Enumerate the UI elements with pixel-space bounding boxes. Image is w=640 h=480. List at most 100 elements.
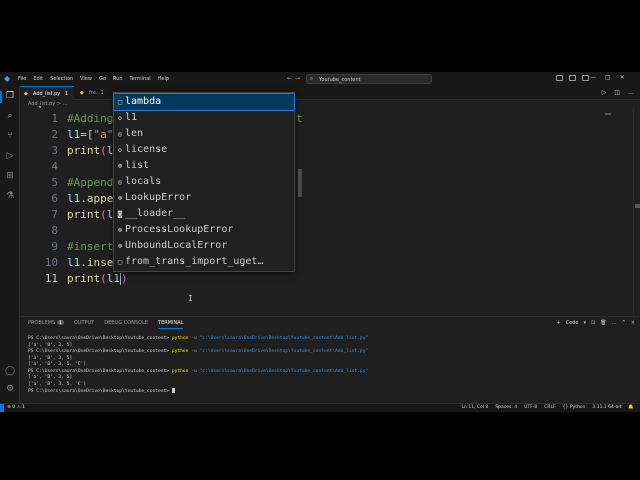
chevron-down-icon[interactable]: ▾ bbox=[584, 320, 587, 326]
panel-actions: + Code ▾ ⊡ 🗑 … ^ × bbox=[557, 320, 636, 326]
comment-token: #insert bbox=[67, 240, 114, 253]
suggestion-item[interactable]: ◎ locals bbox=[114, 174, 294, 190]
explorer-icon[interactable]: ❐ bbox=[5, 91, 15, 101]
menu-help[interactable]: Help bbox=[158, 76, 169, 82]
menu-run[interactable]: Run bbox=[113, 76, 123, 82]
menu-edit[interactable]: Edit bbox=[33, 76, 43, 82]
suggestion-item[interactable]: ⊛ list bbox=[114, 158, 294, 174]
line-ending[interactable]: CRLF bbox=[544, 405, 555, 410]
run-file-icon[interactable]: ▷ bbox=[602, 89, 607, 96]
python-file-icon: ◆ bbox=[80, 90, 84, 96]
terminal-argument: "c:\Users\saura\OneDrive\Desktop\Youtube… bbox=[199, 368, 369, 374]
notifications-bell-icon[interactable]: 🔔 bbox=[628, 405, 634, 410]
suggestion-item[interactable]: ◎ len bbox=[114, 126, 294, 142]
variable-icon: ◇ bbox=[117, 146, 123, 154]
more-icon[interactable]: … bbox=[612, 320, 617, 326]
tab-label: PROBLEMS bbox=[28, 320, 56, 326]
string-token: "a" bbox=[93, 128, 114, 141]
punctuation-token: =[ bbox=[80, 128, 94, 141]
function-token: print bbox=[67, 272, 101, 285]
suggestion-item[interactable]: ◇ license bbox=[114, 142, 294, 158]
remote-indicator[interactable] bbox=[0, 404, 4, 412]
problems-status[interactable]: ⊗ 0 ⚠ 1 bbox=[7, 405, 25, 410]
tab-add-list[interactable]: ◆ Add_list.py 1 × bbox=[20, 86, 74, 111]
search-view-icon[interactable]: ⌕ bbox=[5, 111, 15, 121]
manage-gear-icon[interactable]: ⚙ bbox=[5, 384, 15, 394]
toggle-secondary-sidebar-icon[interactable] bbox=[582, 75, 589, 81]
indentation[interactable]: Spaces: 4 bbox=[495, 405, 517, 410]
tab-second-file[interactable]: ◆ fre...1 bbox=[76, 86, 116, 100]
tab-debug-console[interactable]: DEBUG CONSOLE bbox=[104, 320, 148, 329]
menu-terminal[interactable]: Terminal bbox=[130, 76, 151, 82]
suggest-scrollbar[interactable] bbox=[298, 169, 302, 197]
suggestion-item[interactable]: ◇ l1 bbox=[114, 110, 294, 126]
suggestion-item[interactable]: ⊛ ProcessLookupError bbox=[114, 222, 294, 238]
problems-badge: 1 bbox=[57, 320, 64, 325]
suggestion-label: l1 bbox=[125, 112, 138, 123]
line-number: 5 bbox=[51, 176, 58, 189]
code-line: 1 #Adding bbox=[20, 111, 620, 127]
toggle-panel-icon[interactable] bbox=[569, 75, 576, 81]
menu-go[interactable]: Go bbox=[99, 76, 106, 82]
status-bar: ⊗ 0 ⚠ 1 Ln 11, Col 8 Spaces: 4 UTF-8 CRL… bbox=[0, 403, 640, 412]
tab-terminal[interactable]: TERMINAL bbox=[158, 320, 184, 329]
class-icon: ⊛ bbox=[117, 226, 123, 234]
menu-view[interactable]: View bbox=[80, 76, 92, 82]
terminal-argument: "c:\Users\saura\OneDrive\Desktop\Youtube… bbox=[199, 336, 369, 341]
suggestion-item[interactable]: ⊛ LookupError bbox=[114, 190, 294, 206]
tab-output[interactable]: OUTPUT bbox=[74, 320, 94, 329]
tab-problems[interactable]: PROBLEMS 1 bbox=[28, 320, 64, 329]
new-terminal-icon[interactable]: + bbox=[557, 320, 561, 326]
suggestion-item[interactable]: □ from_trans_import_uget… bbox=[114, 254, 294, 270]
line-number: 9 bbox=[51, 240, 58, 253]
line-number: 11 bbox=[44, 272, 58, 285]
menu-file[interactable]: File bbox=[18, 76, 26, 82]
line-number: 2 bbox=[51, 128, 58, 141]
account-icon[interactable]: ◯ bbox=[5, 366, 15, 376]
language-mode[interactable]: {} Python bbox=[563, 405, 586, 410]
terminal-output[interactable]: PS C:\Users\saura\OneDrive\Desktop\Youtu… bbox=[28, 336, 628, 396]
video-letterbox-bottom bbox=[0, 424, 640, 480]
close-panel-icon[interactable]: × bbox=[631, 320, 635, 326]
python-interpreter[interactable]: 3.11.1 64-bit bbox=[592, 405, 621, 410]
encoding[interactable]: UTF-8 bbox=[524, 405, 537, 410]
window-controls: — □ ✕ bbox=[590, 74, 625, 81]
breadcrumb[interactable]: Add_list.py > ... bbox=[28, 101, 67, 107]
split-terminal-icon[interactable]: ⊡ bbox=[591, 320, 595, 326]
extensions-icon[interactable]: ⊞ bbox=[5, 171, 15, 181]
suggestion-item[interactable]: □ lambda bbox=[113, 93, 295, 111]
toggle-sidebar-icon[interactable] bbox=[556, 75, 563, 81]
line-number: 10 bbox=[44, 256, 58, 269]
menu-selection[interactable]: Selection bbox=[50, 76, 73, 82]
terminal-profile-label[interactable]: Code bbox=[566, 320, 579, 326]
maximize-panel-icon[interactable]: ^ bbox=[622, 320, 626, 326]
minimize-icon[interactable]: — bbox=[590, 74, 596, 81]
variable-token: l1 bbox=[67, 256, 81, 269]
trash-icon[interactable]: 🗑 bbox=[600, 320, 606, 326]
code-line: 8 bbox=[20, 223, 620, 239]
source-control-icon[interactable]: ⑂ bbox=[5, 131, 15, 141]
activity-bar: ❐ ⌕ ⑂ ▷ ⊞ ⚗ ◯ ⚙ bbox=[0, 86, 20, 403]
title-bar: ◆ File Edit Selection View Go Run Termin… bbox=[0, 72, 640, 86]
vscode-logo-icon: ◆ bbox=[4, 74, 11, 83]
cursor-position[interactable]: Ln 11, Col 8 bbox=[461, 405, 488, 410]
nav-arrows[interactable]: ←→ bbox=[287, 75, 303, 82]
code-text: #insert bbox=[67, 239, 113, 255]
suggestion-item[interactable]: ◙ __loader__ bbox=[114, 206, 294, 222]
suggestion-label: LookupError bbox=[125, 192, 192, 203]
run-debug-icon[interactable]: ▷ bbox=[5, 151, 15, 161]
suggestion-item[interactable]: ⊛ UnboundLocalError bbox=[114, 238, 294, 254]
testing-icon[interactable]: ⚗ bbox=[5, 191, 15, 201]
maximize-icon[interactable]: □ bbox=[605, 74, 611, 81]
suggestion-label: __loader__ bbox=[125, 208, 186, 219]
variable-token: l1 bbox=[67, 192, 81, 205]
tab-label: fre...1 bbox=[89, 90, 104, 96]
editor-scrollbar[interactable] bbox=[633, 108, 640, 320]
split-editor-icon[interactable]: ◫ bbox=[614, 89, 620, 96]
close-window-icon[interactable]: ✕ bbox=[620, 74, 625, 81]
variable-token: l1 bbox=[67, 128, 81, 141]
command-center-search[interactable]: ⌕ Youtube_content bbox=[306, 74, 432, 84]
more-actions-icon[interactable]: … bbox=[628, 89, 634, 96]
method-token: .appe bbox=[80, 192, 114, 205]
variable-token: l1 bbox=[106, 272, 120, 285]
